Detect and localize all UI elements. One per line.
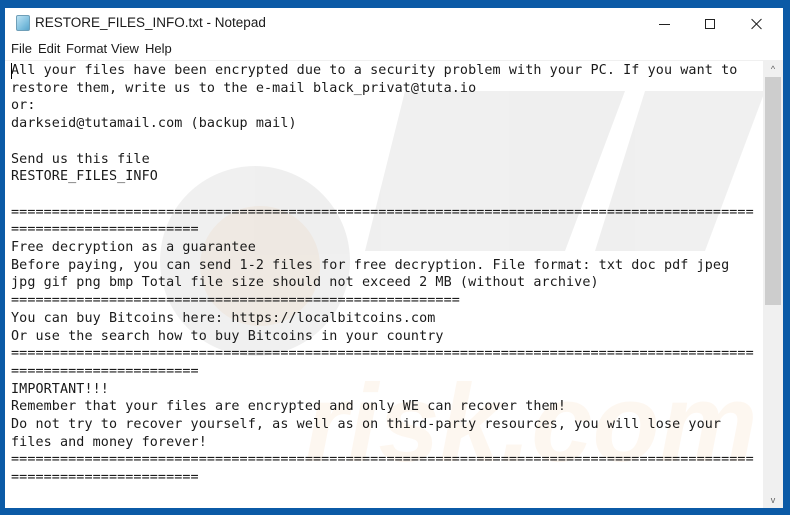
notepad-window: RESTORE_FILES_INFO.txt - Notepad File Ed…: [5, 8, 783, 508]
scroll-thumb[interactable]: [765, 77, 781, 305]
menu-view[interactable]: View: [111, 41, 139, 56]
close-button[interactable]: [733, 8, 779, 39]
chevron-down-icon: v: [770, 494, 776, 505]
scroll-down-button[interactable]: v: [763, 491, 783, 508]
notepad-icon: [16, 15, 30, 31]
minimize-button[interactable]: [641, 8, 687, 39]
title-bar[interactable]: RESTORE_FILES_INFO.txt - Notepad: [5, 8, 783, 39]
close-icon: [750, 18, 762, 30]
menu-help[interactable]: Help: [145, 41, 172, 56]
menu-file[interactable]: File: [11, 41, 32, 56]
menu-format[interactable]: Format: [66, 41, 107, 56]
vertical-scrollbar[interactable]: ^ v: [763, 60, 783, 508]
maximize-button[interactable]: [687, 8, 733, 39]
menu-bar: File Edit Format View Help: [5, 39, 783, 60]
minimize-icon: [658, 24, 670, 25]
text-editor[interactable]: risk.com All your files have been encryp…: [5, 60, 763, 508]
window-title: RESTORE_FILES_INFO.txt - Notepad: [35, 15, 266, 30]
document-text[interactable]: All your files have been encrypted due t…: [11, 62, 754, 487]
maximize-icon: [705, 18, 715, 29]
text-caret: [11, 63, 12, 79]
menu-edit[interactable]: Edit: [38, 41, 60, 56]
scroll-up-button[interactable]: ^: [763, 60, 783, 77]
chevron-up-icon: ^: [770, 63, 776, 74]
